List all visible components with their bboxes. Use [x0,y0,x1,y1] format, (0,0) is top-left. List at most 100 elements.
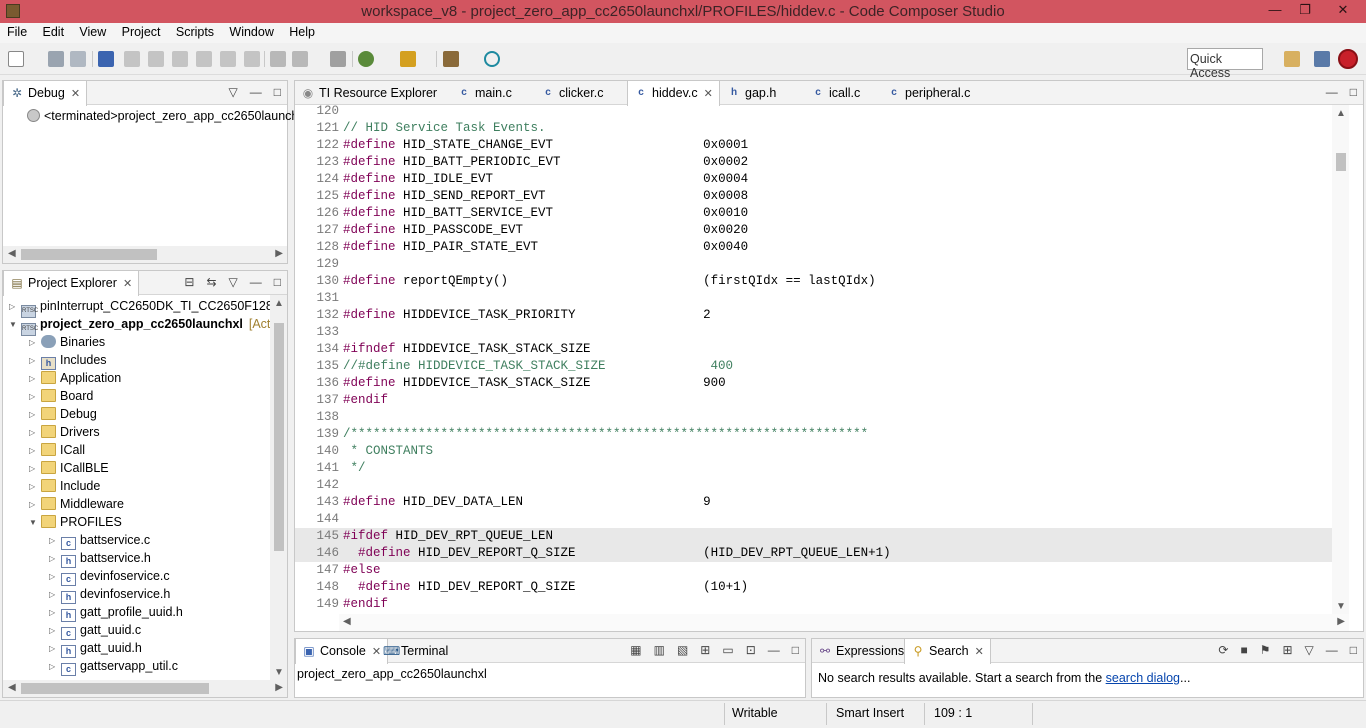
code-editor[interactable]: 120 121 // HID Service Task Events. 122 #def… [295,105,1363,614]
tree-item[interactable]: ▷ h battservice.h [49,551,151,569]
scroll-left-icon[interactable]: ◀ [8,248,16,259]
restore-button[interactable]: ❐ [1290,0,1320,22]
editor-tab[interactable]: c icall.c [805,81,866,105]
debug-icon[interactable] [358,51,374,67]
tree-item[interactable]: ▷ h devinfoservice.h [49,587,170,605]
menu-edit[interactable]: Edit [43,23,65,39]
tab-console[interactable]: ▣ Console ✕ [295,639,389,664]
collapsed-arrow-icon[interactable]: ▷ [29,428,39,437]
tree-item[interactable]: ▷ ICall [29,443,85,461]
close-tab-icon[interactable]: ✕ [123,278,132,290]
scroll-thumb[interactable] [274,323,284,551]
console-view-icon[interactable] [98,51,114,67]
tree-item[interactable]: ▷ Debug [29,407,97,425]
menu-project[interactable]: Project [122,23,161,39]
maximize-view-icon[interactable]: □ [792,643,799,657]
pin-console-icon[interactable]: ⊞ [700,643,710,657]
scroll-up-icon[interactable]: ▲ [274,298,284,309]
tree-item[interactable]: ▷ RTSC pinInterrupt_CC2650DK_TI_CC2650F128 [9,299,273,318]
clear-console-icon[interactable]: ▦ [630,643,641,657]
menu-scripts[interactable]: Scripts [176,23,214,39]
expanded-arrow-icon[interactable]: ▼ [29,518,39,527]
pin-search-icon[interactable]: ⊞ [1282,643,1292,657]
close-tab-icon[interactable]: ✕ [704,88,713,100]
close-window-button[interactable]: ✕ [1328,0,1358,22]
search-tool-icon[interactable] [484,51,500,67]
collapsed-arrow-icon[interactable]: ▷ [29,446,39,455]
maximize-view-icon[interactable]: □ [274,275,281,289]
terminate-icon[interactable] [172,51,188,67]
editor-tab[interactable]: c hiddev.c ✕ [627,81,720,106]
minimize-button[interactable]: — [1260,0,1290,22]
search-dialog-link[interactable]: search dialog [1106,671,1180,685]
editor-tab[interactable]: c main.c [451,81,518,105]
restart-icon[interactable] [292,51,308,67]
tree-item[interactable]: ▷ h gatt_profile_uuid.h [49,605,183,623]
tree-item[interactable]: ▷ c gattservapp_util.c [49,659,178,677]
collapse-all-icon[interactable]: ⊟ [184,275,194,289]
tree-item[interactable]: ▷ Middleware [29,497,124,515]
display-console-icon[interactable]: ▭ [722,643,733,657]
scroll-left-icon[interactable]: ◀ [8,682,16,693]
menu-view[interactable]: View [79,23,106,39]
view-menu-icon[interactable]: ▽ [229,85,238,99]
scroll-thumb[interactable] [21,683,209,694]
editor-tab[interactable]: h gap.h [721,81,782,105]
edit-perspective-icon[interactable] [1314,51,1330,67]
explorer-vertical-scrollbar[interactable]: ▲ ▼ [270,295,287,680]
collapsed-arrow-icon[interactable]: ▷ [29,464,39,473]
open-perspective-icon[interactable] [1284,51,1300,67]
tree-item[interactable]: ▷ c devinfoservice.c [49,569,170,587]
minimize-view-icon[interactable]: — [1326,85,1338,99]
maximize-view-icon[interactable]: □ [1350,85,1357,99]
collapsed-arrow-icon[interactable]: ▷ [29,374,39,383]
step-over-icon[interactable] [220,51,236,67]
tree-item[interactable]: ▷ Include [29,479,100,497]
tree-item[interactable]: ▷ Board [29,389,93,407]
scroll-right-icon[interactable]: ▶ [1337,616,1345,627]
tree-item[interactable]: ▷ ICallBLE [29,461,109,479]
editor-tab[interactable]: c peripheral.c [881,81,976,105]
cancel-search-icon[interactable]: ■ [1240,643,1247,657]
scroll-left-icon[interactable]: ◀ [343,616,351,627]
collapsed-arrow-icon[interactable]: ▷ [49,644,59,653]
build-hammer-icon[interactable] [443,51,459,67]
debug-horizontal-scrollbar[interactable]: ◀ ▶ [3,246,287,263]
reset-icon[interactable] [270,51,286,67]
resume-icon[interactable] [124,51,140,67]
scroll-thumb[interactable] [21,249,157,260]
collapsed-arrow-icon[interactable]: ▷ [49,608,59,617]
minimize-view-icon[interactable]: — [250,275,262,289]
menu-window[interactable]: Window [229,23,273,39]
scroll-right-icon[interactable]: ▶ [275,248,283,259]
collapsed-arrow-icon[interactable]: ▷ [29,482,39,491]
close-tab-icon[interactable]: ✕ [71,88,80,100]
scroll-right-icon[interactable]: ▶ [275,682,283,693]
collapsed-arrow-icon[interactable]: ▷ [9,302,19,311]
collapsed-arrow-icon[interactable]: ▷ [29,500,39,509]
editor-vertical-scrollbar[interactable]: ▲ ▼ [1332,105,1349,614]
word-wrap-icon[interactable]: ▧ [677,643,688,657]
scroll-lock-icon[interactable]: ▥ [654,643,665,657]
view-menu-icon[interactable]: ▽ [1305,643,1314,657]
menu-help[interactable]: Help [289,23,315,39]
step-return-icon[interactable] [244,51,260,67]
suspend-icon[interactable] [148,51,164,67]
load-program-icon[interactable] [400,51,416,67]
save-all-icon[interactable] [70,51,86,67]
expanded-arrow-icon[interactable]: ▼ [9,320,19,329]
tree-item[interactable]: ▷ h Includes [29,353,107,371]
editor-horizontal-scrollbar[interactable]: ◀ ▶ [339,614,1349,631]
debug-session-item[interactable]: <terminated>project_zero_app_cc2650launc… [25,109,298,127]
search-history-icon[interactable]: ⚑ [1260,643,1271,657]
view-menu-icon[interactable]: ▽ [229,275,238,289]
minimize-view-icon[interactable]: — [250,85,262,99]
link-editor-icon[interactable]: ⇆ [206,275,216,289]
tree-item[interactable]: ▷ Binaries [29,335,105,353]
maximize-view-icon[interactable]: □ [1350,643,1357,657]
save-icon[interactable] [48,51,64,67]
scroll-up-icon[interactable]: ▲ [1336,108,1346,119]
step-into-icon[interactable] [196,51,212,67]
maximize-view-icon[interactable]: □ [274,85,281,99]
quick-access-field[interactable]: Quick Access [1187,48,1263,80]
